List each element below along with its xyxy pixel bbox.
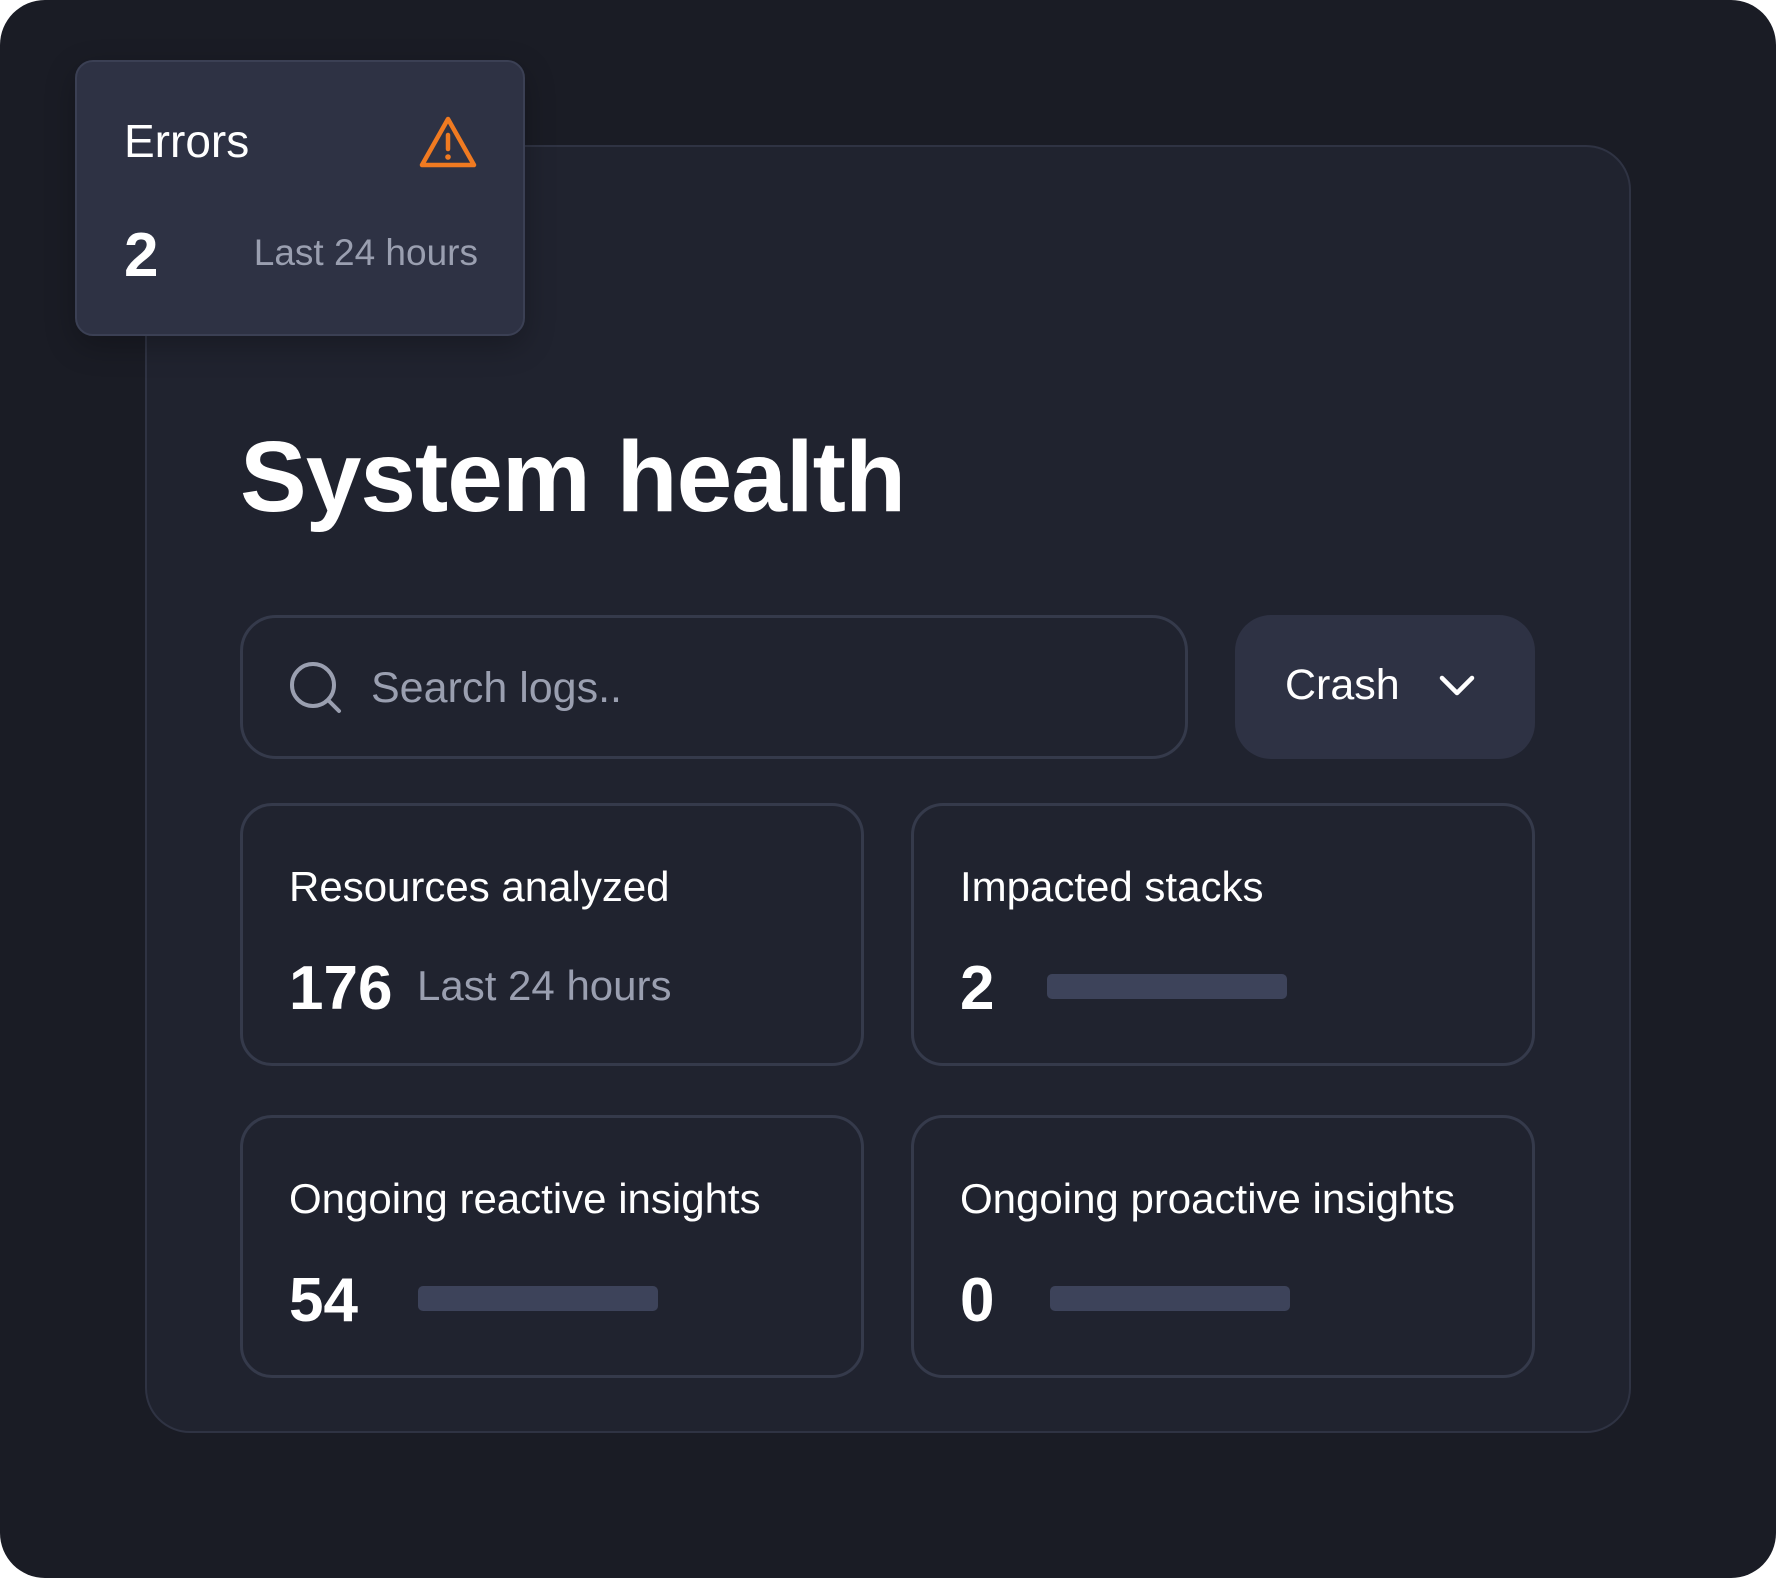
stat-value: 2	[960, 954, 995, 1023]
stat-label: Ongoing reactive insights	[289, 1175, 761, 1222]
stat-placeholder-bar	[418, 1286, 658, 1311]
errors-period: Last 24 hours	[253, 232, 478, 273]
stat-placeholder-bar	[1050, 1286, 1290, 1311]
reactive-insights-card: Ongoing reactive insights 54	[240, 1115, 864, 1378]
stat-label: Ongoing proactive insights	[960, 1175, 1455, 1222]
proactive-insights-card: Ongoing proactive insights 0	[911, 1115, 1535, 1378]
search-input[interactable]	[371, 646, 1131, 730]
search-box	[240, 615, 1188, 759]
errors-count: 2	[124, 221, 159, 290]
stat-label: Impacted stacks	[960, 863, 1264, 910]
search-icon	[290, 662, 341, 713]
app-frame: Errors 2 Last 24 hours System health Cra…	[0, 0, 1776, 1578]
stat-placeholder-bar	[1047, 974, 1287, 999]
stat-value: 0	[960, 1266, 995, 1335]
errors-card: Errors 2 Last 24 hours	[75, 60, 525, 336]
impacted-stacks-card: Impacted stacks 2	[911, 803, 1535, 1066]
stat-label: Resources analyzed	[289, 863, 670, 910]
dropdown-selected-value: Crash	[1285, 661, 1400, 709]
resources-analyzed-card: Resources analyzed 176 Last 24 hours	[240, 803, 864, 1066]
stat-period: Last 24 hours	[417, 962, 672, 1009]
chevron-down-icon	[1439, 675, 1475, 696]
warning-triangle-icon	[419, 116, 477, 168]
errors-title: Errors	[124, 115, 250, 167]
stat-value: 176	[289, 954, 393, 1023]
stat-value: 54	[289, 1266, 358, 1335]
crash-type-dropdown[interactable]: Crash	[1235, 615, 1535, 759]
page-title: System health	[240, 421, 906, 533]
